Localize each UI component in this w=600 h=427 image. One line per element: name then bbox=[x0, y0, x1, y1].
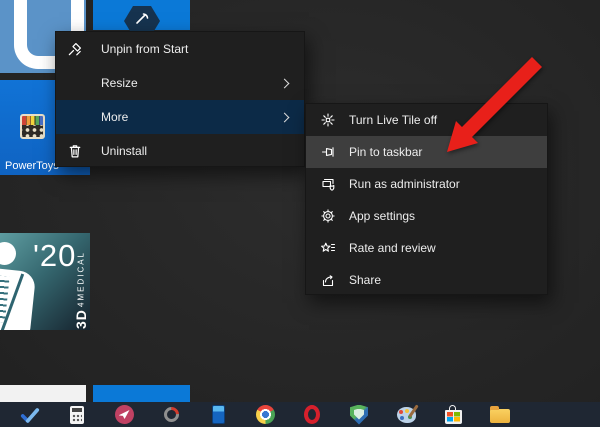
anatomy-brand-suffix: 4MEDICAL bbox=[76, 251, 86, 308]
menu-item-run-as-administrator[interactable]: Run as administrator bbox=[306, 168, 547, 200]
menu-item-label: App settings bbox=[349, 209, 416, 223]
menu-item-label: Uninstall bbox=[101, 144, 148, 158]
more-submenu: Turn Live Tile off Pin to taskbar Run as… bbox=[305, 103, 548, 295]
anatomy-brand-label: 3D 4MEDICAL bbox=[73, 239, 89, 329]
anatomy-figure-head bbox=[0, 242, 16, 265]
menu-item-label: Run as administrator bbox=[349, 177, 460, 191]
taskbar-icon-security-shield[interactable] bbox=[349, 404, 369, 425]
tile-edge-blue[interactable] bbox=[93, 385, 190, 402]
unpin-icon bbox=[65, 39, 85, 59]
powertoys-tile-label: PowerToys bbox=[5, 160, 59, 172]
chrome-icon bbox=[255, 405, 275, 424]
file-explorer-icon bbox=[490, 406, 510, 423]
empty-icon-slot bbox=[65, 107, 85, 127]
share-icon bbox=[319, 271, 337, 289]
menu-item-uninstall[interactable]: Uninstall bbox=[56, 134, 304, 168]
menu-item-pin-to-taskbar[interactable]: Pin to taskbar bbox=[306, 136, 547, 168]
anatomy-year-label: '20 bbox=[33, 238, 77, 273]
microsoft-store-icon bbox=[444, 404, 462, 424]
taskbar-icon-loop-app[interactable] bbox=[160, 403, 182, 426]
menu-item-label: Pin to taskbar bbox=[349, 145, 423, 159]
gear-icon bbox=[319, 207, 337, 225]
pin-icon bbox=[319, 143, 337, 161]
menu-item-share[interactable]: Share bbox=[306, 264, 547, 296]
powertoys-icon bbox=[20, 114, 45, 139]
trash-icon bbox=[65, 141, 85, 161]
pink-app-icon bbox=[114, 405, 134, 424]
chevron-right-icon bbox=[279, 78, 290, 88]
tile-context-menu: Unpin from Start Resize More Uninstall bbox=[55, 31, 305, 167]
admin-shield-icon bbox=[319, 175, 337, 193]
taskbar-icon-paint-3d[interactable] bbox=[396, 405, 416, 425]
rate-star-icon bbox=[319, 239, 337, 257]
empty-icon-slot bbox=[65, 73, 85, 93]
anatomy-figure-torso bbox=[0, 267, 37, 330]
taskbar-icon-file-explorer[interactable] bbox=[490, 405, 510, 425]
menu-item-rate-and-review[interactable]: Rate and review bbox=[306, 232, 547, 264]
start-screen-backdrop: PowerToys '20 3D 4MEDICAL Unpin from Sta… bbox=[0, 0, 600, 427]
opera-icon bbox=[304, 405, 320, 424]
menu-item-label: More bbox=[101, 110, 129, 124]
taskbar-icon-microsoft-store[interactable] bbox=[443, 404, 463, 425]
menu-item-label: Rate and review bbox=[349, 241, 436, 255]
live-tile-icon bbox=[319, 111, 337, 129]
taskbar-icon-your-phone[interactable] bbox=[208, 405, 228, 425]
menu-item-label: Resize bbox=[101, 76, 138, 90]
taskbar bbox=[0, 402, 600, 427]
your-phone-icon bbox=[211, 405, 225, 424]
tile-edge-white[interactable] bbox=[0, 385, 86, 402]
menu-item-app-settings[interactable]: App settings bbox=[306, 200, 547, 232]
menu-item-more[interactable]: More bbox=[56, 100, 304, 134]
tile-hexagon-app[interactable] bbox=[93, 0, 190, 36]
taskbar-icon-calculator[interactable] bbox=[67, 405, 87, 425]
menu-item-label: Unpin from Start bbox=[101, 42, 189, 56]
taskbar-icon-microsoft-todo[interactable] bbox=[20, 405, 40, 425]
paint-3d-icon bbox=[396, 406, 416, 423]
calculator-icon bbox=[70, 405, 84, 424]
security-shield-icon bbox=[350, 404, 368, 425]
tile-complete-anatomy[interactable]: '20 3D 4MEDICAL bbox=[0, 233, 90, 330]
taskbar-icon-pink-app[interactable] bbox=[114, 405, 134, 425]
chevron-right-icon bbox=[279, 112, 290, 122]
menu-item-label: Share bbox=[349, 273, 382, 287]
loop-app-icon bbox=[160, 403, 182, 426]
menu-item-unpin-from-start[interactable]: Unpin from Start bbox=[56, 32, 304, 66]
taskbar-icon-opera[interactable] bbox=[302, 405, 322, 425]
menu-item-label: Turn Live Tile off bbox=[349, 113, 438, 127]
menu-item-turn-live-tile-off[interactable]: Turn Live Tile off bbox=[306, 104, 547, 136]
menu-item-resize[interactable]: Resize bbox=[56, 66, 304, 100]
taskbar-icon-chrome[interactable] bbox=[255, 405, 275, 425]
anatomy-brand-prefix: 3D bbox=[73, 309, 89, 329]
